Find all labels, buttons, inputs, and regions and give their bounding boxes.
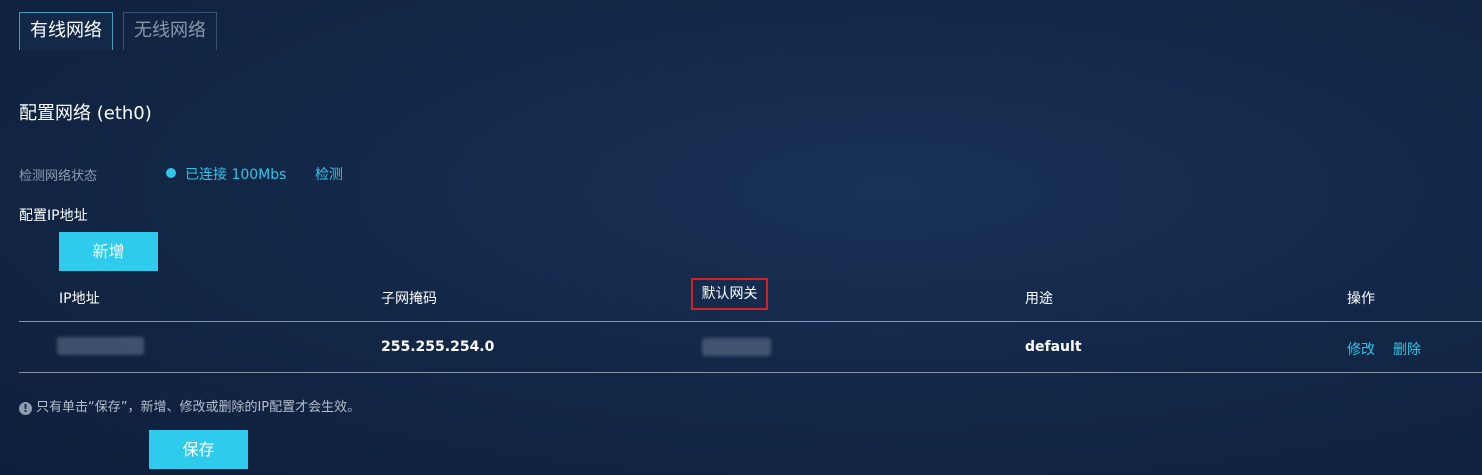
gateway-cell-redacted [702,338,771,356]
column-header-use: 用途 [1025,291,1053,307]
table-divider [19,321,1482,322]
ip-section-label: 配置IP地址 [19,208,88,224]
save-note: ! 只有单击“保存”，新增、修改或删除的IP配置才会生效。 [19,396,360,415]
use-cell: default [1025,339,1082,355]
edit-link[interactable]: 修改 [1347,339,1375,359]
column-header-actions: 操作 [1347,291,1375,307]
column-header-ip: IP地址 [59,291,100,307]
save-button[interactable]: 保存 [149,430,248,469]
tab-wireless[interactable]: 无线网络 [123,12,217,50]
info-icon: ! [19,402,32,415]
ip-address-cell-redacted [57,337,144,355]
status-value: 已连接 100Mbs [185,167,287,183]
page-title: 配置网络 (eth0) [19,103,152,124]
subnet-mask-cell: 255.255.254.0 [381,339,495,355]
add-ip-button[interactable]: 新增 [59,232,158,271]
status-dot-icon [166,168,176,178]
tab-wired[interactable]: 有线网络 [19,12,113,50]
column-header-mask: 子网掩码 [381,291,437,307]
delete-link[interactable]: 删除 [1393,339,1421,359]
column-header-gateway: 默认网关 [691,278,768,310]
note-text: 只有单击“保存”，新增、修改或删除的IP配置才会生效。 [36,400,361,415]
table-divider [19,372,1482,373]
detect-link[interactable]: 检测 [315,164,343,184]
status-label: 检测网络状态 [19,169,98,184]
